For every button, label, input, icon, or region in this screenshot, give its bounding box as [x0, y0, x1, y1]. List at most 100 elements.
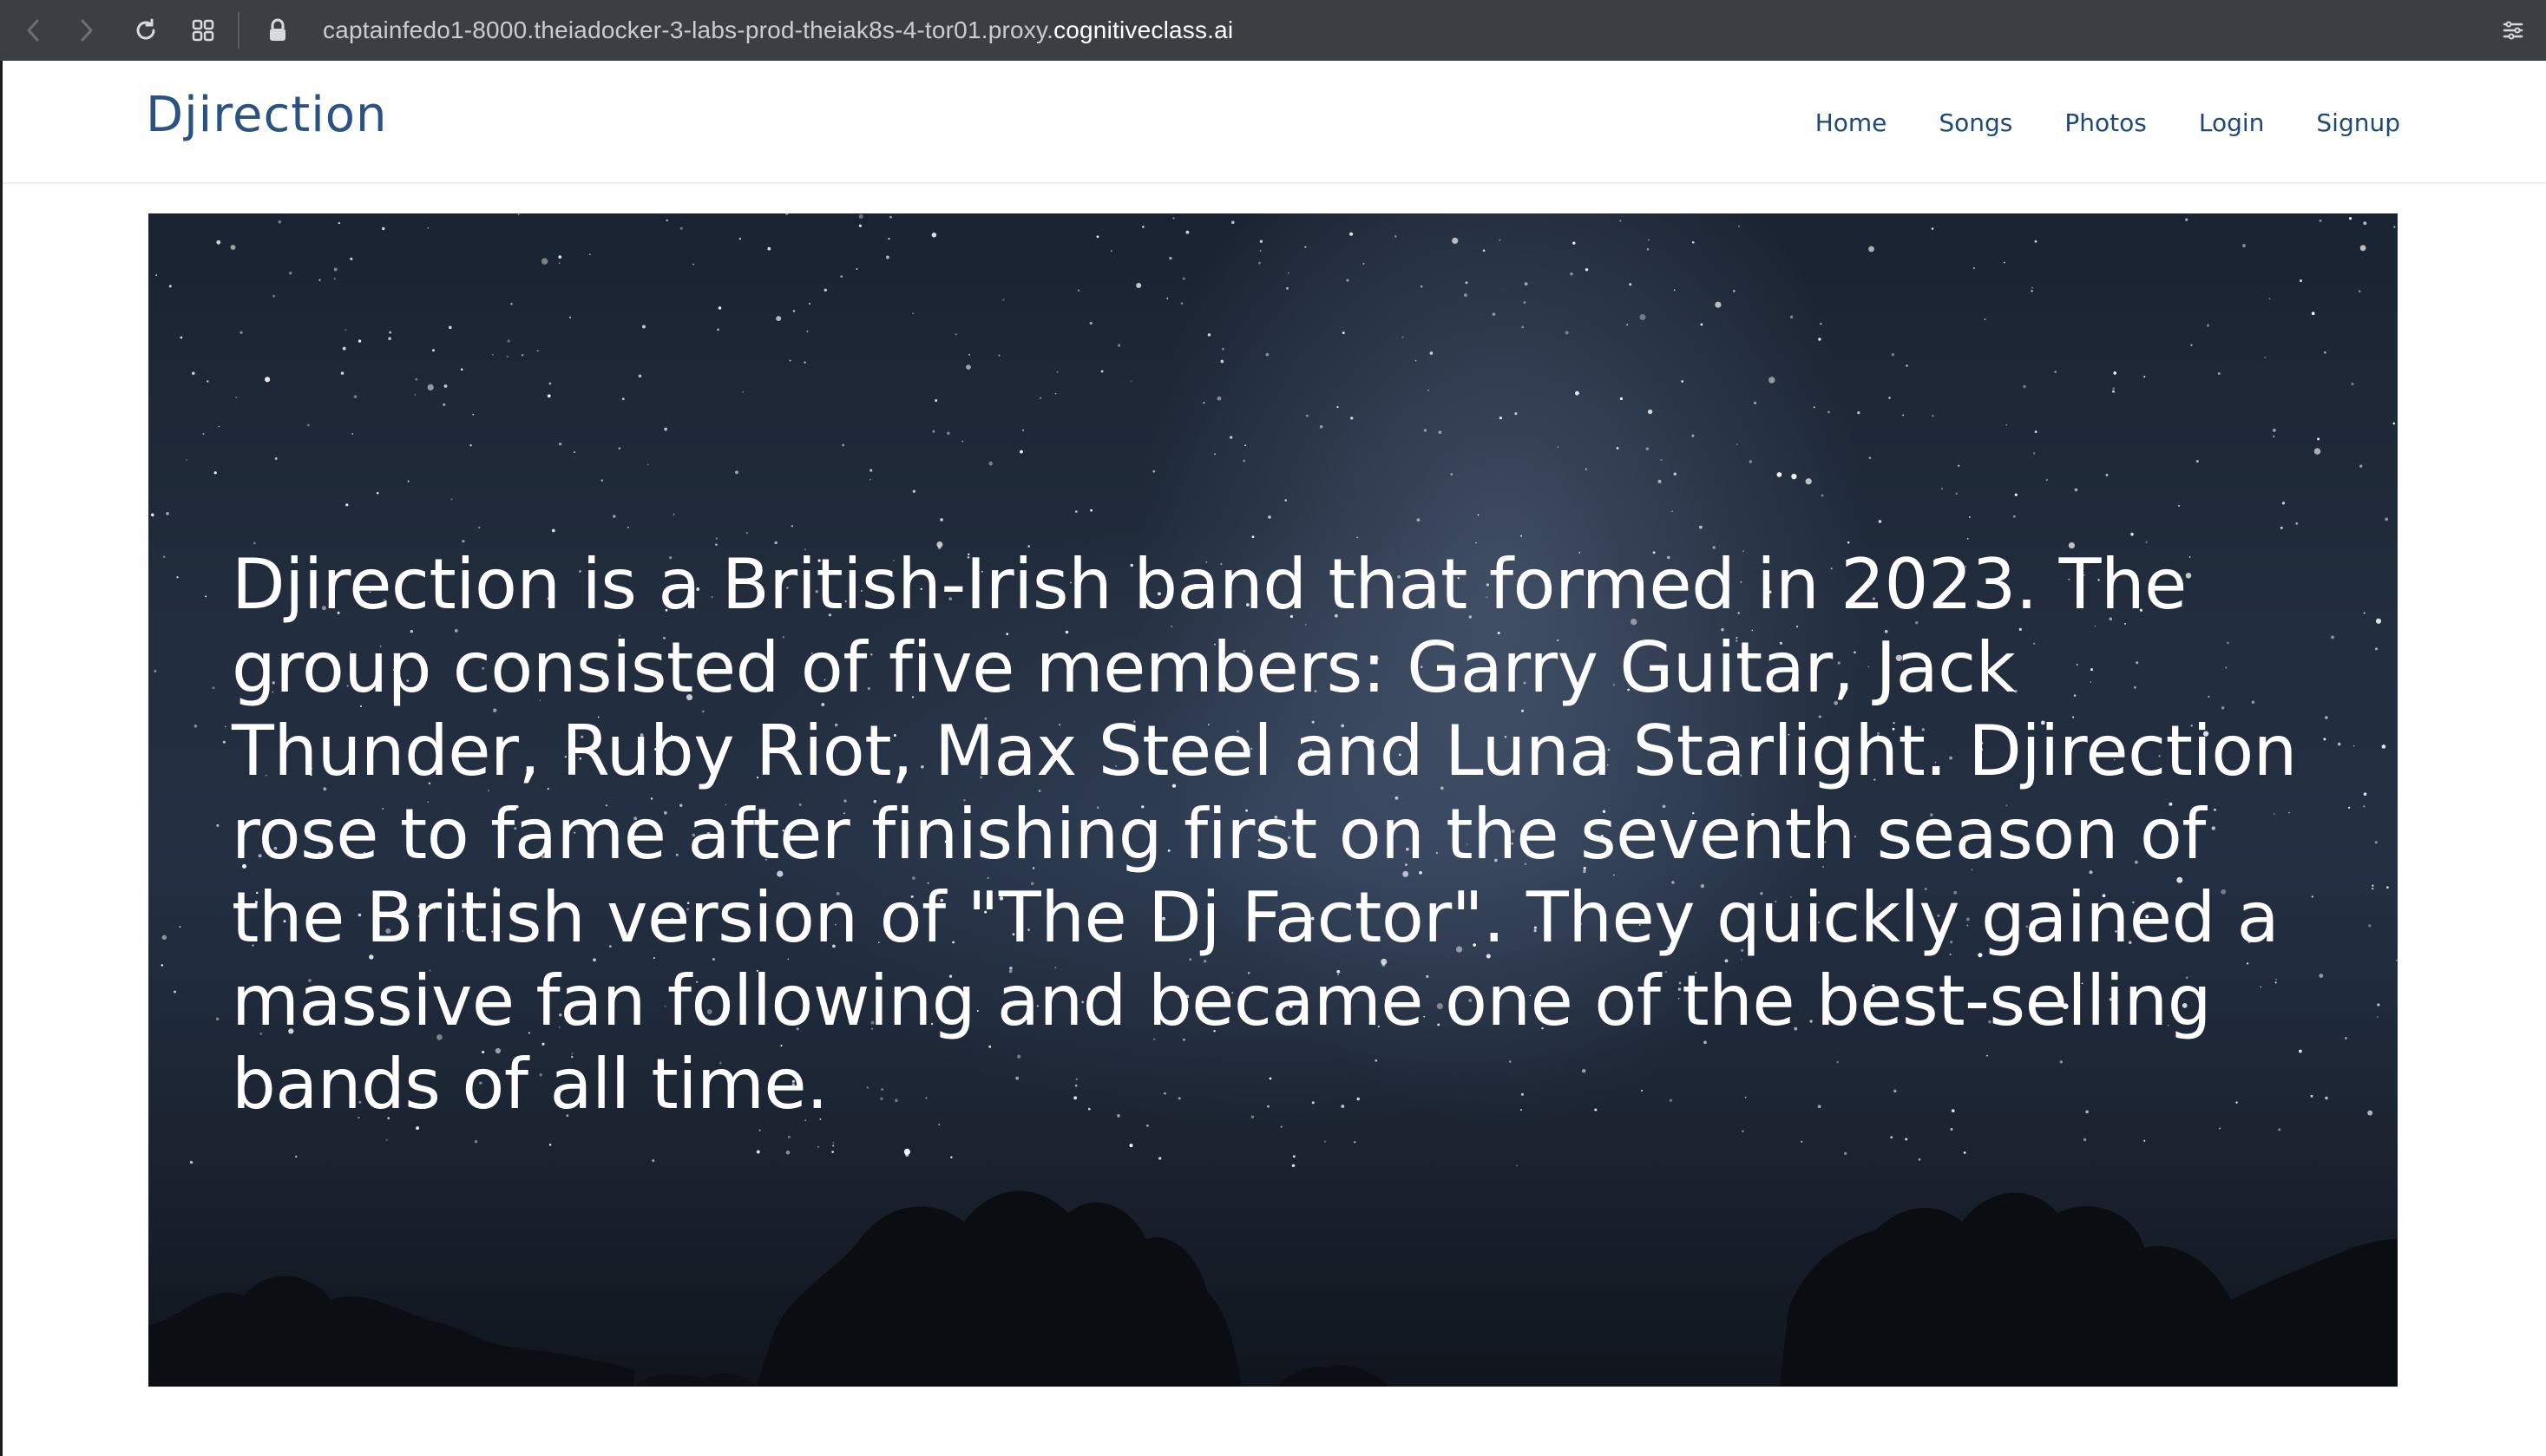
- main-nav: Home Songs Photos Login Signup: [1815, 61, 2400, 184]
- star-dot: [1231, 220, 1235, 225]
- star-dot: [789, 359, 791, 362]
- star-dot: [186, 459, 187, 461]
- star-dot: [840, 275, 843, 278]
- reload-button[interactable]: [127, 0, 165, 61]
- nav-link-login[interactable]: Login: [2199, 108, 2265, 137]
- star-dot: [191, 371, 195, 376]
- reader-menu-button[interactable]: [2494, 0, 2532, 61]
- star-dot: [988, 461, 993, 466]
- star-dot: [745, 532, 748, 535]
- star-dot: [1054, 392, 1057, 395]
- star-dot: [1958, 464, 1960, 467]
- reload-icon: [136, 18, 155, 40]
- star-dot: [1429, 351, 1434, 355]
- nav-link-photos[interactable]: Photos: [2064, 108, 2146, 137]
- star-dot: [2376, 1016, 2379, 1019]
- star-dot: [1753, 401, 1757, 405]
- nav-link-signup[interactable]: Signup: [2316, 108, 2400, 137]
- star-dot: [333, 267, 338, 272]
- star-dot: [1570, 272, 1573, 276]
- star-dot: [1968, 515, 1971, 518]
- star-dot: [2385, 517, 2389, 521]
- star-dot: [1251, 535, 1255, 539]
- star-dot: [1100, 370, 1104, 373]
- star-dot: [1818, 338, 1821, 341]
- star-dot: [1217, 396, 1222, 401]
- star-dot: [1152, 469, 1156, 473]
- star-dot: [1524, 282, 1528, 286]
- star-dot: [1463, 293, 1467, 298]
- star-dot: [491, 353, 494, 356]
- star-dot: [808, 302, 810, 305]
- star-dot: [340, 371, 344, 375]
- star-dot: [278, 220, 282, 224]
- star-dot: [2113, 371, 2117, 375]
- star-dot: [1523, 301, 1526, 305]
- star-dot: [2185, 218, 2188, 221]
- star-dot: [1180, 302, 1184, 305]
- star-dot: [179, 926, 181, 928]
- star-dot: [155, 274, 158, 276]
- brand-logo-link[interactable]: Djirection: [146, 87, 388, 143]
- star-dot: [1585, 468, 1587, 470]
- address-bar[interactable]: captainfedo1-8000.theiadocker-3-labs-pro…: [323, 0, 1233, 61]
- star-dot: [307, 423, 310, 427]
- star-dot: [574, 451, 575, 454]
- url-domain: cognitiveclass.ai: [1053, 16, 1234, 43]
- star-dot: [161, 964, 164, 967]
- star-dot: [2317, 437, 2320, 441]
- star-dot: [998, 354, 1001, 357]
- star-dot: [1791, 473, 1797, 480]
- star-dot: [558, 443, 562, 446]
- star-dot: [1110, 250, 1112, 253]
- star-dot: [912, 489, 915, 493]
- star-dot: [1736, 443, 1738, 446]
- tab-overview-button[interactable]: [186, 0, 220, 61]
- star-dot: [161, 935, 167, 941]
- star-dot: [2359, 464, 2363, 468]
- star-dot: [1932, 415, 1934, 417]
- star-dot: [1868, 246, 1874, 253]
- star-dot: [842, 443, 845, 447]
- star-dot: [2034, 430, 2037, 433]
- star-dot: [166, 512, 169, 515]
- star-dot: [2349, 217, 2352, 220]
- star-dot: [1414, 359, 1417, 362]
- star-dot: [869, 469, 873, 472]
- forward-arrow-icon: [81, 19, 93, 42]
- star-dot: [2368, 924, 2372, 928]
- star-dot: [1142, 226, 1145, 228]
- hero-description: Djirection is a British-Irish band that …: [232, 544, 2297, 1125]
- star-dot: [213, 471, 217, 475]
- star-dot: [1827, 410, 1830, 414]
- star-dot: [940, 518, 943, 521]
- nav-link-songs[interactable]: Songs: [1939, 108, 2012, 137]
- star-dot: [1230, 436, 1233, 439]
- star-dot: [1565, 331, 1569, 335]
- star-dot: [2242, 244, 2246, 248]
- star-dot: [806, 330, 809, 333]
- star-dot: [462, 540, 465, 543]
- star-dot: [548, 382, 552, 385]
- star-dot: [216, 239, 221, 245]
- star-dot: [2112, 390, 2115, 393]
- nav-link-home[interactable]: Home: [1815, 108, 1887, 137]
- star-dot: [1521, 325, 1525, 329]
- star-dot: [1465, 281, 1468, 285]
- star-dot: [215, 1017, 220, 1020]
- star-dot: [507, 339, 510, 343]
- star-dot: [1776, 472, 1782, 477]
- star-dot: [1820, 323, 1822, 325]
- star-dot: [344, 329, 347, 331]
- star-dot: [2272, 428, 2276, 432]
- star-dot: [2324, 351, 2326, 354]
- star-dot: [1673, 472, 1677, 476]
- star-dot: [679, 226, 683, 230]
- star-dot: [1931, 227, 1934, 230]
- star-dot: [1941, 488, 1943, 490]
- back-button[interactable]: [16, 0, 50, 61]
- forward-button[interactable]: [69, 0, 104, 61]
- star-dot: [205, 595, 207, 598]
- star-dot: [1657, 479, 1662, 483]
- star-dot: [2311, 312, 2315, 316]
